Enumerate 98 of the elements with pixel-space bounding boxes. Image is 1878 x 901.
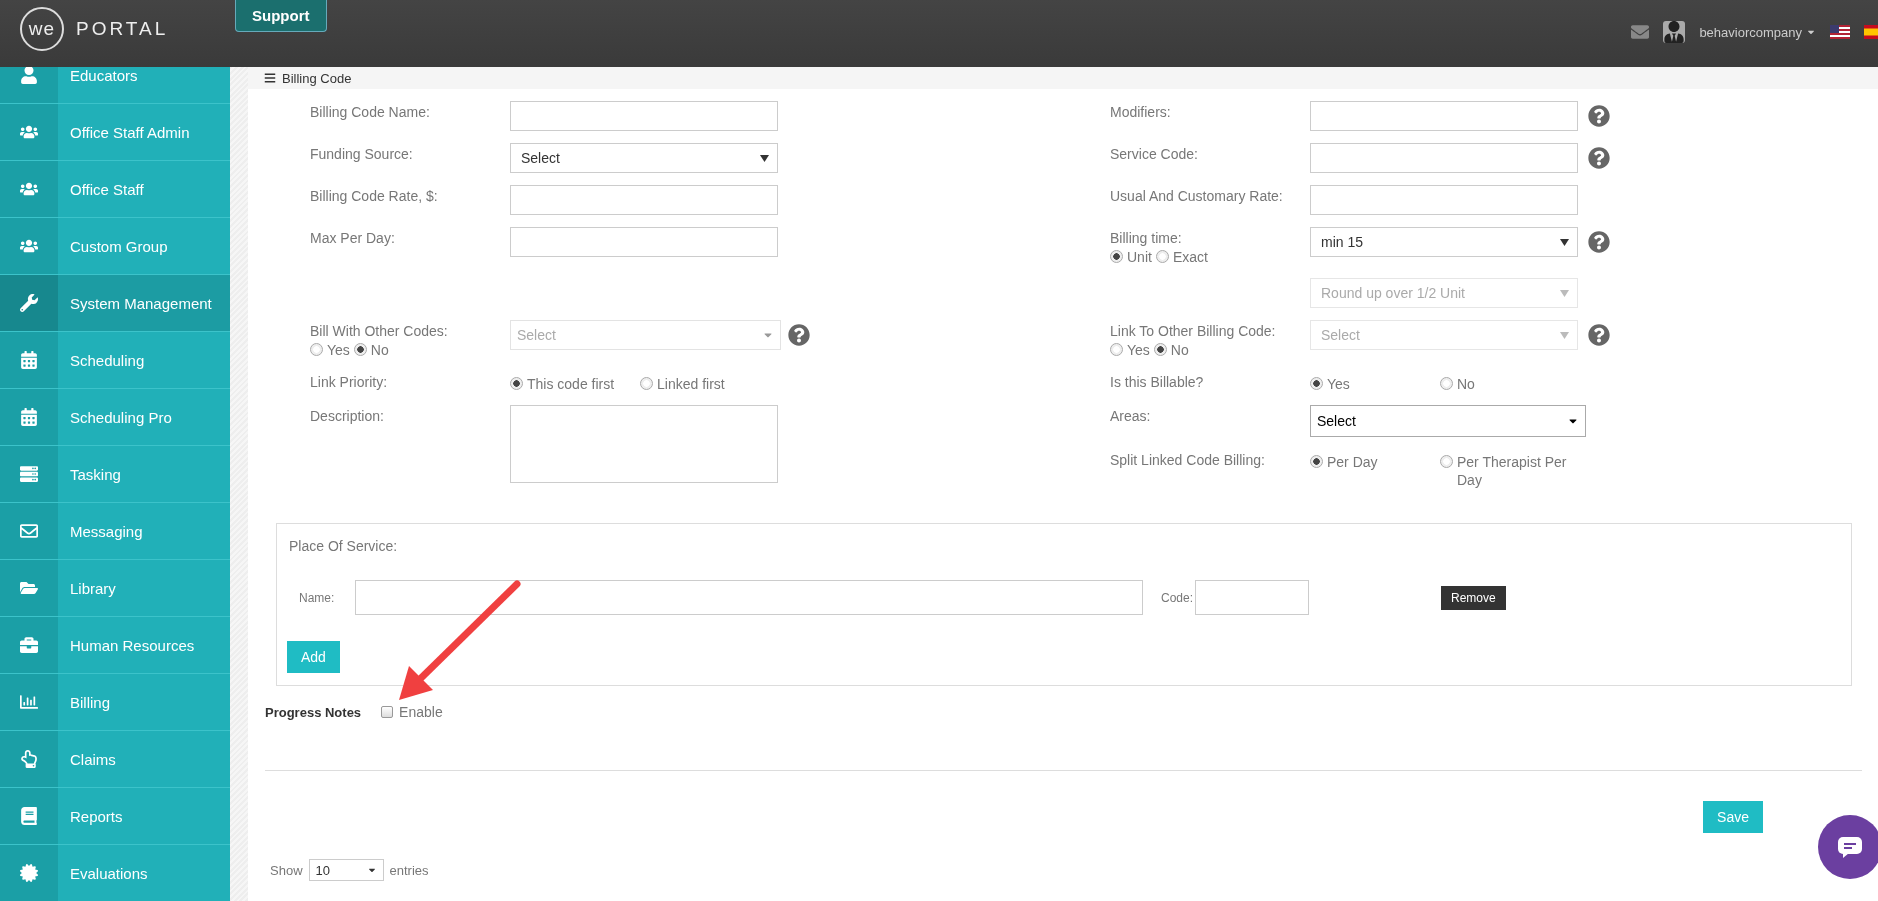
logo: we PORTAL	[0, 0, 235, 58]
entries-label: entries	[389, 862, 429, 878]
dropdown[interactable]: min 15	[1310, 227, 1578, 257]
caret-icon	[760, 154, 769, 162]
field-label: Bill With Other Codes:	[310, 322, 449, 340]
text-field[interactable]	[1310, 101, 1578, 131]
badge-icon	[20, 864, 38, 882]
description-field[interactable]	[510, 405, 778, 483]
user-menu[interactable]: behaviorcompany	[1699, 24, 1816, 40]
envelope-icon	[20, 522, 38, 540]
mail-icon[interactable]	[1631, 23, 1650, 41]
text-field[interactable]	[1310, 185, 1578, 215]
radio-option[interactable]: Yes	[1310, 375, 1440, 393]
sidebar-item[interactable]: Educators	[0, 67, 230, 104]
text-field[interactable]	[510, 185, 778, 215]
field-label: Is this Billable?	[1110, 373, 1205, 391]
text-field[interactable]	[1310, 143, 1578, 173]
field-label: Billing time:	[1110, 229, 1183, 247]
field-label: Billing Code Rate, $:	[310, 187, 439, 205]
people-icon	[20, 237, 38, 255]
sidebar-item[interactable]: Library	[0, 560, 230, 617]
radio-option[interactable]: No	[353, 341, 389, 359]
chat-icon	[1837, 836, 1863, 858]
sidebar-item[interactable]: Messaging	[0, 503, 230, 560]
name-field[interactable]	[355, 580, 1143, 615]
sidebar-item[interactable]: Scheduling	[0, 332, 230, 389]
help-icon[interactable]	[1588, 324, 1610, 346]
sidebar-item[interactable]: Billing	[0, 674, 230, 731]
radio-option[interactable]: Linked first	[640, 375, 770, 393]
people-icon	[20, 123, 38, 141]
support-tab[interactable]: Support	[235, 0, 327, 32]
sidebar-item[interactable]: Custom Group	[0, 218, 230, 275]
dropdown[interactable]: Select	[510, 143, 778, 173]
person-icon	[20, 67, 38, 84]
add-button[interactable]: Add	[287, 641, 340, 673]
save-button[interactable]: Save	[1703, 801, 1763, 833]
flag-icon[interactable]	[1830, 25, 1850, 39]
sidebar-item[interactable]: Office Staff	[0, 161, 230, 218]
help-icon[interactable]	[1588, 105, 1610, 127]
menu-icon	[264, 72, 276, 84]
text-field[interactable]	[510, 101, 778, 131]
help-icon[interactable]	[1588, 231, 1610, 253]
radio-option[interactable]: Yes	[310, 341, 350, 359]
code-field[interactable]	[1195, 580, 1310, 615]
radio-option[interactable]: Yes	[1110, 341, 1150, 359]
dropdown[interactable]: Select	[1310, 405, 1587, 437]
radio-option[interactable]: No	[1440, 375, 1570, 393]
book-icon	[20, 807, 38, 825]
chat-button[interactable]	[1818, 815, 1878, 879]
field-label: Link Priority:	[310, 373, 389, 391]
field-label: Billing Code Name:	[310, 103, 431, 121]
stack-icon	[20, 465, 38, 483]
help-icon[interactable]	[788, 324, 810, 346]
calendar-icon	[20, 408, 38, 426]
field-label: Max Per Day:	[310, 229, 396, 247]
sidebar-item[interactable]: Office Staff Admin	[0, 104, 230, 161]
sidebar-item[interactable]: Scheduling Pro	[0, 389, 230, 446]
radio-option[interactable]: This code first	[510, 375, 640, 393]
sidebar-item[interactable]: Claims	[0, 731, 230, 788]
field-label: Areas:	[1110, 407, 1152, 425]
field-label: Modifiers:	[1110, 103, 1172, 121]
people-icon	[20, 180, 38, 198]
radio-option[interactable]: Per Therapist Per Day	[1440, 453, 1570, 489]
panel-title: Place Of Service:	[288, 538, 399, 554]
avatar-icon[interactable]	[1663, 21, 1686, 43]
caret-icon	[1560, 289, 1569, 297]
caret-icon	[1560, 331, 1569, 339]
pointing-hand-icon	[20, 750, 38, 768]
wrench-icon	[20, 294, 38, 312]
field-label: Description:	[310, 407, 385, 425]
field-label: Split Linked Code Billing:	[1110, 451, 1266, 469]
entries-label: Show	[270, 862, 303, 878]
remove-button[interactable]: Remove	[1441, 585, 1506, 610]
radio-option[interactable]: Per Day	[1310, 453, 1440, 471]
field-label: Service Code:	[1110, 145, 1199, 163]
help-icon[interactable]	[1588, 147, 1610, 169]
sidebar-item[interactable]: Reports	[0, 788, 230, 845]
field-label: Code:	[1161, 590, 1194, 605]
field-label: Name:	[298, 590, 336, 605]
sidebar-item[interactable]: Tasking	[0, 446, 230, 503]
bar-chart-icon	[20, 693, 38, 711]
progress-notes-label: Progress Notes	[265, 704, 362, 720]
caret-icon	[1560, 238, 1569, 246]
sidebar-item[interactable]: System Management	[0, 275, 230, 332]
section-title: Billing Code	[282, 70, 352, 86]
field-label: Funding Source:	[310, 145, 414, 163]
field-label: Usual And Customary Rate:	[1110, 187, 1284, 205]
page-size-dropdown[interactable]: 10	[308, 859, 384, 881]
sidebar-item[interactable]: Human Resources	[0, 617, 230, 674]
radio-option[interactable]: No	[1153, 341, 1189, 359]
radio-option[interactable]: Exact	[1155, 248, 1208, 266]
enable-checkbox[interactable]: Enable	[381, 704, 443, 720]
text-field[interactable]	[510, 227, 778, 257]
field-label: Link To Other Billing Code:	[1110, 322, 1277, 340]
radio-option[interactable]: Unit	[1110, 248, 1152, 266]
folder-icon	[20, 579, 38, 597]
briefcase-icon	[20, 636, 38, 654]
calendar-icon	[20, 351, 38, 369]
